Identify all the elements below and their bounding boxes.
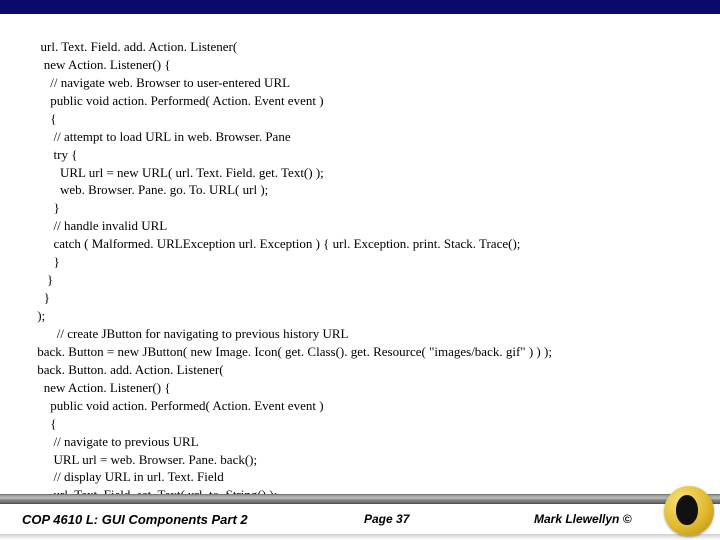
code-line: public void action. Performed( Action. E… — [34, 93, 324, 108]
code-line: } — [34, 290, 50, 305]
code-line: try { — [34, 147, 77, 162]
code-line: // navigate web. Browser to user-entered… — [34, 75, 290, 90]
code-line: URL url = new URL( url. Text. Field. get… — [34, 165, 324, 180]
code-line: // display URL in url. Text. Field — [34, 469, 224, 484]
code-line: url. Text. Field. add. Action. Listener( — [34, 39, 237, 54]
code-line: new Action. Listener() { — [34, 380, 171, 395]
code-line: back. Button. add. Action. Listener( — [34, 362, 224, 377]
code-line: { — [34, 111, 57, 126]
code-line: // navigate to previous URL — [34, 434, 199, 449]
code-line: public void action. Performed( Action. E… — [34, 398, 324, 413]
footer-row: COP 4610 L: GUI Components Part 2 Page 3… — [0, 504, 720, 534]
code-line: web. Browser. Pane. go. To. URL( url ); — [34, 182, 268, 197]
code-line: // create JButton for navigating to prev… — [34, 326, 348, 341]
code-line: URL url = web. Browser. Pane. back(); — [34, 452, 257, 467]
footer-course-title: COP 4610 L: GUI Components Part 2 — [22, 512, 364, 527]
footer-shadow — [0, 534, 720, 540]
code-line: // handle invalid URL — [34, 218, 167, 233]
code-line: } — [34, 200, 60, 215]
code-line: } — [34, 254, 60, 269]
footer-page-number: Page 37 — [364, 512, 534, 526]
code-line: catch ( Malformed. URLException url. Exc… — [34, 236, 520, 251]
code-block: url. Text. Field. add. Action. Listener(… — [0, 14, 720, 540]
code-line: back. Button = new JButton( new Image. I… — [34, 344, 552, 359]
code-line: ); — [34, 308, 45, 323]
ucf-logo-icon — [664, 486, 714, 536]
code-line: // attempt to load URL in web. Browser. … — [34, 129, 291, 144]
code-line: new Action. Listener() { — [34, 57, 171, 72]
slide-footer: COP 4610 L: GUI Components Part 2 Page 3… — [0, 494, 720, 540]
footer-divider-bar — [0, 494, 720, 504]
header-accent-bar — [0, 0, 720, 14]
code-line: { — [34, 416, 57, 431]
code-line: } — [34, 272, 53, 287]
